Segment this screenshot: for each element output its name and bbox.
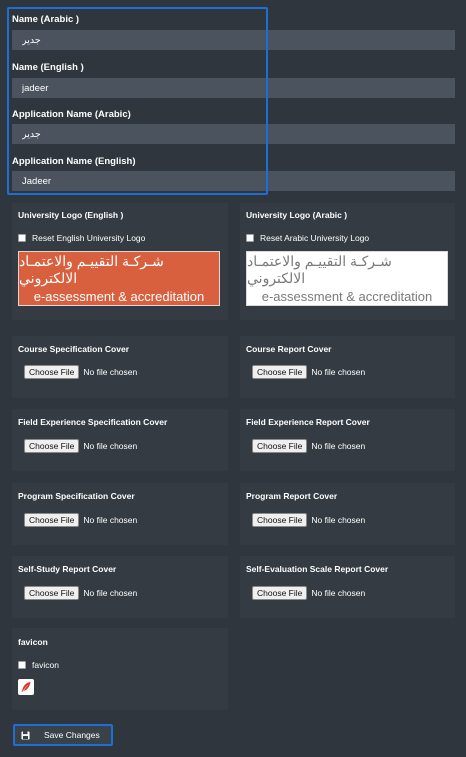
- reset-english-logo-label: Reset English University Logo: [32, 233, 146, 243]
- arabic-logo-arabic-text: شـركـة التقييـم والاعتمـاد الالكتروني: [247, 253, 392, 286]
- reset-arabic-logo-label: Reset Arabic University Logo: [260, 233, 370, 243]
- file-input-row[interactable]: Choose File No file chosen: [252, 365, 365, 379]
- file-status: No file chosen: [311, 367, 366, 377]
- file-input-row[interactable]: Choose File No file chosen: [252, 513, 365, 527]
- reset-arabic-logo-checkbox[interactable]: [246, 234, 254, 242]
- app-name-english-input[interactable]: [12, 171, 455, 191]
- choose-file-button[interactable]: Choose File: [252, 586, 308, 600]
- choose-file-button[interactable]: Choose File: [24, 439, 80, 453]
- feather-icon: [21, 682, 31, 692]
- choose-file-button[interactable]: Choose File: [24, 513, 80, 527]
- cover-title: Self-Evaluation Scale Report Cover: [246, 564, 389, 574]
- cover-card-program-report: Program Report Cover Choose File No file…: [240, 483, 455, 545]
- save-changes-label: Save Changes: [44, 730, 100, 740]
- arabic-university-logo: شـركـة التقييـم والاعتمـاد الالكتروني e-…: [246, 251, 448, 306]
- cover-title: Course Specification Cover: [18, 344, 130, 354]
- favicon-title: favicon: [18, 637, 48, 647]
- english-logo-english-text: e-assessment & accreditation: [33, 289, 205, 304]
- cover-title: Self-Study Report Cover: [18, 564, 117, 574]
- favicon-checkbox[interactable]: [18, 661, 26, 669]
- cover-title: Field Experience Specification Cover: [18, 417, 168, 427]
- cover-card-field-exp-report: Field Experience Report Cover Choose Fil…: [240, 409, 455, 471]
- arabic-logo-title: University Logo (Arabic ): [246, 210, 348, 220]
- english-logo-card: University Logo (English ) Reset English…: [12, 203, 228, 320]
- file-status: No file chosen: [311, 441, 366, 451]
- cover-title: Field Experience Report Cover: [246, 417, 370, 427]
- choose-file-button[interactable]: Choose File: [24, 365, 80, 379]
- cover-title: Program Specification Cover: [18, 491, 135, 501]
- file-status: No file chosen: [83, 367, 138, 377]
- cover-card-self-study: Self-Study Report Cover Choose File No f…: [12, 556, 228, 618]
- choose-file-button[interactable]: Choose File: [252, 439, 308, 453]
- file-status: No file chosen: [83, 515, 138, 525]
- reset-english-logo-row[interactable]: Reset English University Logo: [18, 233, 145, 243]
- name-english-label: Name (English ): [12, 62, 84, 73]
- reset-english-logo-checkbox[interactable]: [18, 234, 26, 242]
- file-input-row[interactable]: Choose File No file chosen: [24, 365, 137, 379]
- cover-title: Program Report Cover: [246, 491, 338, 501]
- arabic-logo-english-text: e-assessment & accreditation: [261, 289, 433, 304]
- arabic-logo-card: University Logo (Arabic ) Reset Arabic U…: [240, 203, 455, 320]
- choose-file-button[interactable]: Choose File: [252, 513, 308, 527]
- cover-card-self-evaluation: Self-Evaluation Scale Report Cover Choos…: [240, 556, 455, 618]
- save-changes-button[interactable]: Save Changes: [13, 724, 113, 746]
- app-name-arabic-input[interactable]: [12, 124, 455, 144]
- name-english-input[interactable]: [12, 78, 455, 98]
- app-name-arabic-label: Application Name (Arabic): [12, 109, 131, 120]
- file-status: No file chosen: [83, 588, 138, 598]
- favicon-preview: [18, 679, 34, 695]
- app-name-english-label: Application Name (English): [12, 156, 136, 167]
- floppy-disk-icon: [21, 730, 30, 740]
- favicon-checkbox-label: favicon: [32, 660, 59, 670]
- file-input-row[interactable]: Choose File No file chosen: [252, 439, 365, 453]
- file-status: No file chosen: [311, 515, 366, 525]
- english-logo-arabic-text: شـركـة التقييـم والاعتمـاد الالكتروني: [19, 253, 164, 286]
- name-arabic-input[interactable]: [12, 30, 455, 50]
- file-status: No file chosen: [83, 441, 138, 451]
- name-arabic-label: Name (Arabic ): [12, 14, 80, 25]
- cover-card-field-exp-spec: Field Experience Specification Cover Cho…: [12, 409, 228, 471]
- favicon-card: favicon favicon: [12, 628, 228, 710]
- file-input-row[interactable]: Choose File No file chosen: [24, 586, 137, 600]
- cover-card-course-spec: Course Specification Cover Choose File N…: [12, 336, 228, 398]
- file-status: No file chosen: [311, 588, 366, 598]
- file-input-row[interactable]: Choose File No file chosen: [252, 586, 365, 600]
- english-university-logo: شـركـة التقييـم والاعتمـاد الالكتروني e-…: [18, 251, 220, 306]
- reset-arabic-logo-row[interactable]: Reset Arabic University Logo: [246, 233, 369, 243]
- cover-title: Course Report Cover: [246, 344, 332, 354]
- choose-file-button[interactable]: Choose File: [252, 365, 308, 379]
- english-logo-title: University Logo (English ): [18, 210, 124, 220]
- choose-file-button[interactable]: Choose File: [24, 586, 80, 600]
- file-input-row[interactable]: Choose File No file chosen: [24, 439, 137, 453]
- cover-card-course-report: Course Report Cover Choose File No file …: [240, 336, 455, 398]
- file-input-row[interactable]: Choose File No file chosen: [24, 513, 137, 527]
- cover-card-program-spec: Program Specification Cover Choose File …: [12, 483, 228, 545]
- favicon-checkbox-row[interactable]: favicon: [18, 660, 59, 670]
